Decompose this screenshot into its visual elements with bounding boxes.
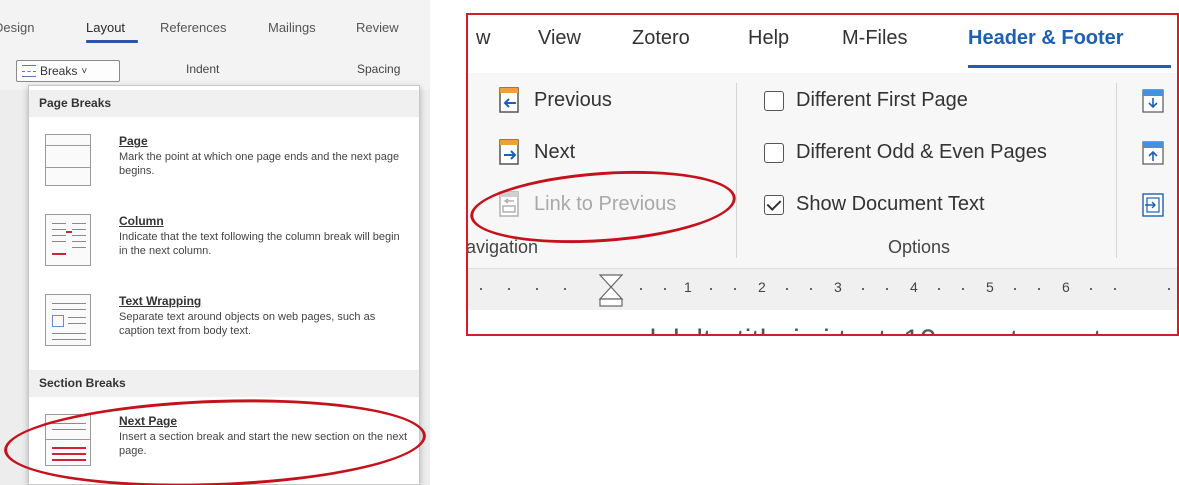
checkbox-checked-icon [764, 194, 784, 215]
text-wrapping-icon [45, 294, 91, 346]
group-separator [1116, 83, 1117, 258]
document-body[interactable]: celelalte titluri si text, 10 puncte pen… [468, 310, 1177, 334]
options-group-label: Options [888, 237, 951, 257]
menu-item-title: Page [119, 134, 148, 148]
ruler-number: 5 [986, 279, 994, 295]
tab-view-partial[interactable]: w [476, 27, 490, 50]
menu-item-title: Column [119, 214, 164, 228]
menu-item-description: Separate text around objects on web page… [119, 311, 376, 337]
breaks-icon [22, 65, 36, 77]
different-first-page-checkbox[interactable]: Different First Page [764, 89, 968, 112]
ruler-number: 4 [910, 279, 918, 295]
layout-ribbon: Breaks ˅ Indent Spacing [0, 48, 430, 90]
column-break-icon [45, 214, 91, 266]
indent-marker-icon[interactable] [598, 273, 624, 307]
previous-label: Previous [534, 88, 612, 111]
checkbox-icon [764, 142, 784, 163]
menu-item-text-wrapping-break[interactable]: Text Wrapping Separate text around objec… [29, 284, 419, 358]
tab-layout[interactable]: Layout [86, 20, 125, 35]
document-text: celelalte titluri si text, 10 puncte pen… [618, 324, 1102, 334]
section-breaks-header: Section Breaks [29, 370, 419, 397]
spacing-label: Spacing [357, 62, 401, 76]
breaks-button[interactable]: Breaks ˅ [16, 60, 120, 82]
show-document-text-checkbox[interactable]: Show Document Text [764, 193, 985, 216]
menu-item-column-break[interactable]: Column Indicate that the text following … [29, 204, 419, 278]
different-odd-even-checkbox[interactable]: Different Odd & Even Pages [764, 141, 1047, 164]
tab-references[interactable]: References [160, 20, 226, 35]
menu-item-description: Indicate that the text following the col… [119, 231, 400, 257]
tab-review[interactable]: Review [356, 20, 399, 35]
page-breaks-header: Page Breaks [29, 90, 419, 117]
horizontal-ruler[interactable]: 1 2 3 4 5 6 [468, 268, 1177, 310]
next-button[interactable]: Next [498, 139, 575, 165]
menu-item-page-break[interactable]: Page Mark the point at which one page en… [29, 124, 419, 198]
different-odd-even-label: Different Odd & Even Pages [796, 141, 1047, 163]
ruler-number: 2 [758, 279, 766, 295]
ribbon-tab-bar: Design Layout References Mailings Review [0, 0, 430, 48]
checkbox-icon [764, 90, 784, 111]
header-from-top-icon[interactable] [1142, 89, 1164, 113]
ribbon-tab-bar: w View Zotero Help M-Files Header & Foot… [468, 15, 1177, 73]
page-break-icon [45, 134, 91, 186]
tab-m-files[interactable]: M-Files [842, 27, 908, 50]
menu-item-description: Mark the point at which one page ends an… [119, 151, 400, 177]
next-label: Next [534, 140, 576, 163]
tab-view[interactable]: View [538, 27, 581, 50]
footer-from-bottom-icon[interactable] [1142, 141, 1164, 165]
chevron-down-icon: ˅ [81, 65, 88, 77]
breaks-menu-screenshot: Design Layout References Mailings Review… [0, 0, 430, 485]
ruler-number: 3 [834, 279, 842, 295]
next-section-icon [499, 139, 519, 165]
active-tab-indicator [968, 65, 1171, 68]
tab-design[interactable]: Design [0, 20, 34, 35]
tab-mailings[interactable]: Mailings [268, 20, 316, 35]
previous-button[interactable]: Previous [498, 87, 612, 113]
ruler-number: 1 [684, 279, 692, 295]
insert-alignment-tab-icon[interactable] [1142, 193, 1164, 217]
menu-item-title: Text Wrapping [119, 294, 202, 308]
tab-header-footer[interactable]: Header & Footer [968, 27, 1124, 50]
show-document-text-label: Show Document Text [796, 193, 985, 215]
tab-help[interactable]: Help [748, 27, 789, 50]
tab-zotero[interactable]: Zotero [632, 27, 690, 50]
different-first-page-label: Different First Page [796, 89, 968, 111]
document-margin [0, 90, 30, 485]
active-tab-indicator [86, 40, 138, 43]
indent-label: Indent [186, 62, 220, 76]
group-separator [736, 83, 737, 258]
ruler-number: 6 [1062, 279, 1070, 295]
breaks-button-label: Breaks [40, 64, 78, 78]
previous-section-icon [499, 87, 519, 113]
